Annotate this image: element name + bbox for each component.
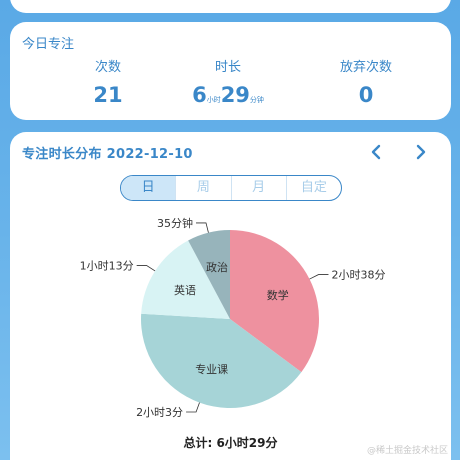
watermark: @稀土掘金技术社区 xyxy=(366,446,448,456)
pie-leader-line-major xyxy=(186,402,200,413)
focus-duration-value: 6小时29分钟 xyxy=(168,83,288,112)
pie-category-label-math: 数学 xyxy=(267,288,289,302)
pie-category-label-major: 专业课 xyxy=(195,362,228,376)
duration-minutes-unit: 分钟 xyxy=(249,96,264,104)
abandon-count-stat: 放弃次数 0 xyxy=(306,56,426,107)
today-focus-card: 今日专注 次数 21 时长 6小时29分钟 放弃次数 0 xyxy=(10,22,451,120)
pie-leader-line-english xyxy=(136,265,156,272)
focus-count-value: 21 xyxy=(93,83,123,107)
pie-leader-line-politics xyxy=(195,222,209,233)
today-focus-title: 今日专注 xyxy=(22,37,75,52)
abandon-count-value: 0 xyxy=(358,83,374,107)
focus-duration-label: 时长 xyxy=(214,60,241,75)
focus-count-stat: 次数 21 xyxy=(48,56,168,107)
previous-card xyxy=(10,0,451,13)
pie-value-label-major: 2小时3分 xyxy=(136,406,183,419)
pie-category-label-english: 英语 xyxy=(174,283,196,297)
duration-hours-unit: 小时 xyxy=(206,96,221,104)
duration-hours: 6 xyxy=(192,83,207,107)
duration-minutes: 29 xyxy=(220,83,250,107)
abandon-count-label: 放弃次数 xyxy=(339,60,392,75)
pie-value-label-politics: 35分钟 xyxy=(157,216,193,230)
pie-value-label-english: 1小时13分 xyxy=(80,260,134,273)
pie-leader-line-math xyxy=(309,274,329,280)
pie-value-label-math: 2小时38分 xyxy=(331,269,385,282)
focus-distribution-card: 专注时长分布 2022-12-10 日 周 月 自定 数学 2小时38分 专业课 2小… xyxy=(10,132,451,460)
focus-count-label: 次数 xyxy=(94,60,121,75)
focus-pie-chart: 数学 2小时38分专业课 2小时3分 英语 1小时13分 政治 35分钟 xyxy=(80,216,386,419)
focus-duration-stat: 时长 6小时29分钟 xyxy=(168,56,288,112)
pie-category-label-politics: 政治 xyxy=(206,260,228,274)
